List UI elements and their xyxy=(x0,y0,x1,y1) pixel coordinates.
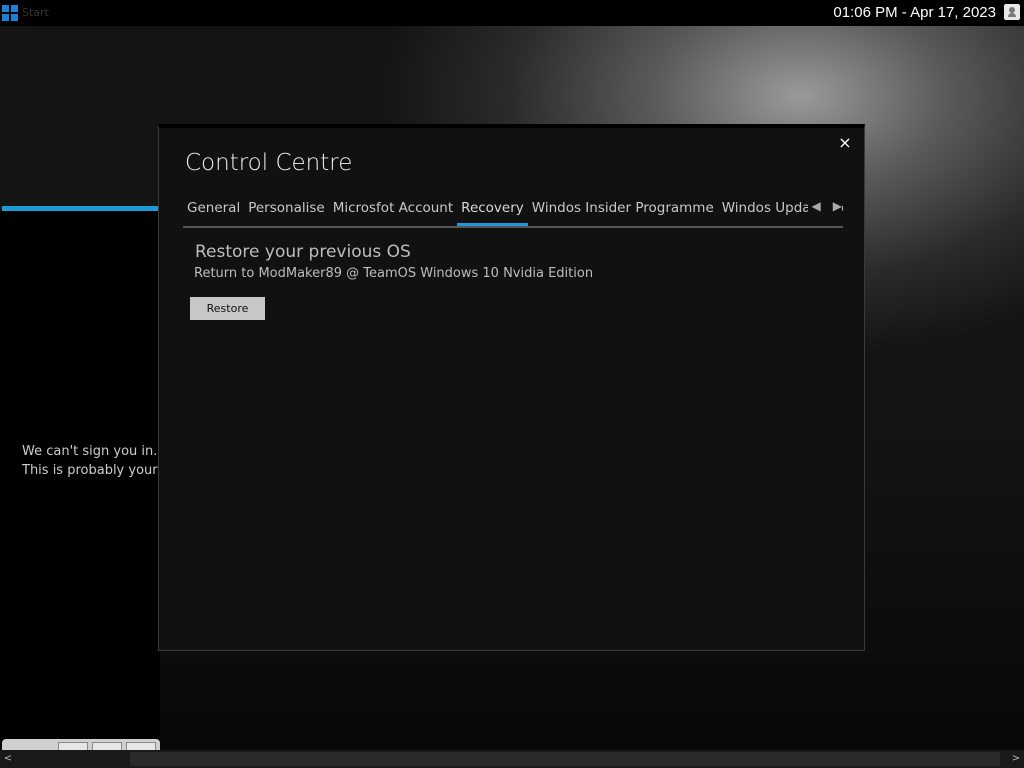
tab-strip: General Personalise Microsfot Account Re… xyxy=(183,198,843,228)
start-label[interactable]: Start xyxy=(22,6,49,19)
login-message-line2: This is probably your fa xyxy=(22,463,175,478)
tab-personalise[interactable]: Personalise xyxy=(244,198,328,224)
horizontal-scrollbar[interactable]: < > xyxy=(0,750,1024,768)
tab-prev-icon[interactable]: ◀ xyxy=(812,198,821,218)
login-progress-bar xyxy=(2,206,160,211)
login-message-line1: We can't sign you in. xyxy=(22,444,158,459)
windows-logo-icon[interactable] xyxy=(2,5,18,21)
restore-button[interactable]: Restore xyxy=(190,297,265,320)
close-button[interactable]: × xyxy=(836,134,854,152)
tab-insider-programme[interactable]: Windos Insider Programme xyxy=(528,198,718,224)
control-centre-dialog: × Control Centre General Personalise Mic… xyxy=(158,124,865,651)
recovery-description: Return to ModMaker89 @ TeamOS Windows 10… xyxy=(194,266,594,281)
dialog-title: Control Centre xyxy=(185,150,353,176)
tab-scroll-arrows: ◀ ▶ xyxy=(807,198,842,218)
tab-recovery[interactable]: Recovery xyxy=(457,198,528,226)
tab-next-icon[interactable]: ▶ xyxy=(833,198,842,218)
user-icon[interactable] xyxy=(1004,4,1020,20)
clock: 01:06 PM - Apr 17, 2023 xyxy=(833,4,996,21)
scrollbar-thumb[interactable] xyxy=(130,752,1000,766)
scroll-right-icon[interactable]: > xyxy=(1008,750,1024,768)
scroll-left-icon[interactable]: < xyxy=(0,750,16,768)
recovery-heading: Restore your previous OS xyxy=(195,242,411,262)
tab-microsoft-account[interactable]: Microsfot Account xyxy=(329,198,457,224)
tab-general[interactable]: General xyxy=(183,198,244,224)
top-bar: Start 01:06 PM - Apr 17, 2023 xyxy=(0,0,1024,26)
login-error-message: We can't sign you in. This is probably y… xyxy=(22,442,174,480)
